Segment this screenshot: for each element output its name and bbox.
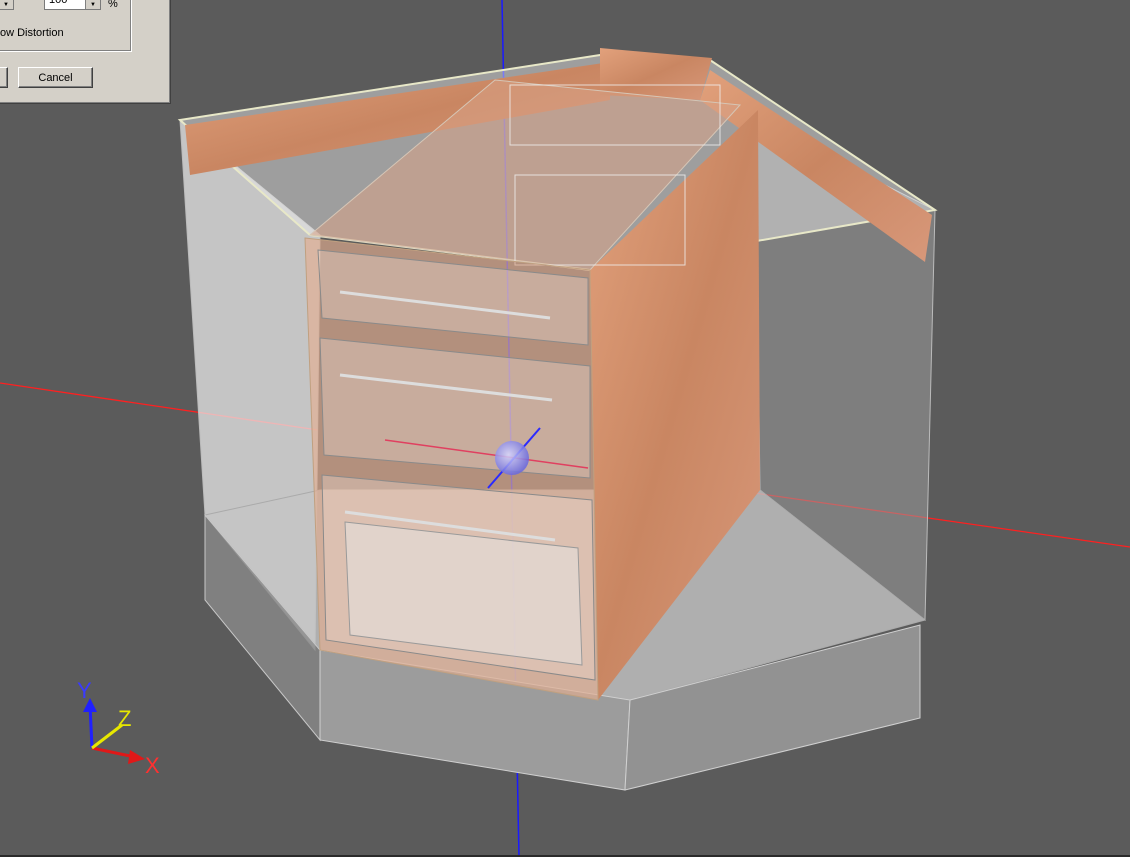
spinner-arrows-icon[interactable]: ▲▼ [0, 0, 13, 9]
dialog-window: ▲▼ 100 ▲▼ % ow Distortion Cancel [0, 0, 171, 104]
triad-z-label: Z [118, 706, 131, 731]
show-distortion-label[interactable]: ow Distortion [0, 27, 64, 39]
left-spinner[interactable]: ▲▼ [0, 0, 14, 10]
spinner-arrows-icon[interactable]: ▲▼ [85, 0, 100, 9]
triad-y-label: Y [77, 678, 92, 703]
cabinet-model[interactable] [177, 48, 938, 791]
triad-x-arrow [91, 746, 136, 759]
axis-triad: Y Z X [77, 678, 160, 778]
percent-spinner[interactable]: 100 ▲▼ [44, 0, 101, 10]
ok-button[interactable] [0, 67, 8, 88]
cancel-button[interactable]: Cancel [18, 67, 93, 88]
triad-x-head [128, 750, 145, 764]
gizmo-center-sphere[interactable] [495, 441, 529, 475]
percent-value[interactable]: 100 [49, 0, 67, 6]
3d-viewport[interactable]: Y Z X [0, 0, 1130, 857]
percent-unit-label: % [108, 0, 118, 10]
triad-x-label: X [145, 753, 160, 778]
